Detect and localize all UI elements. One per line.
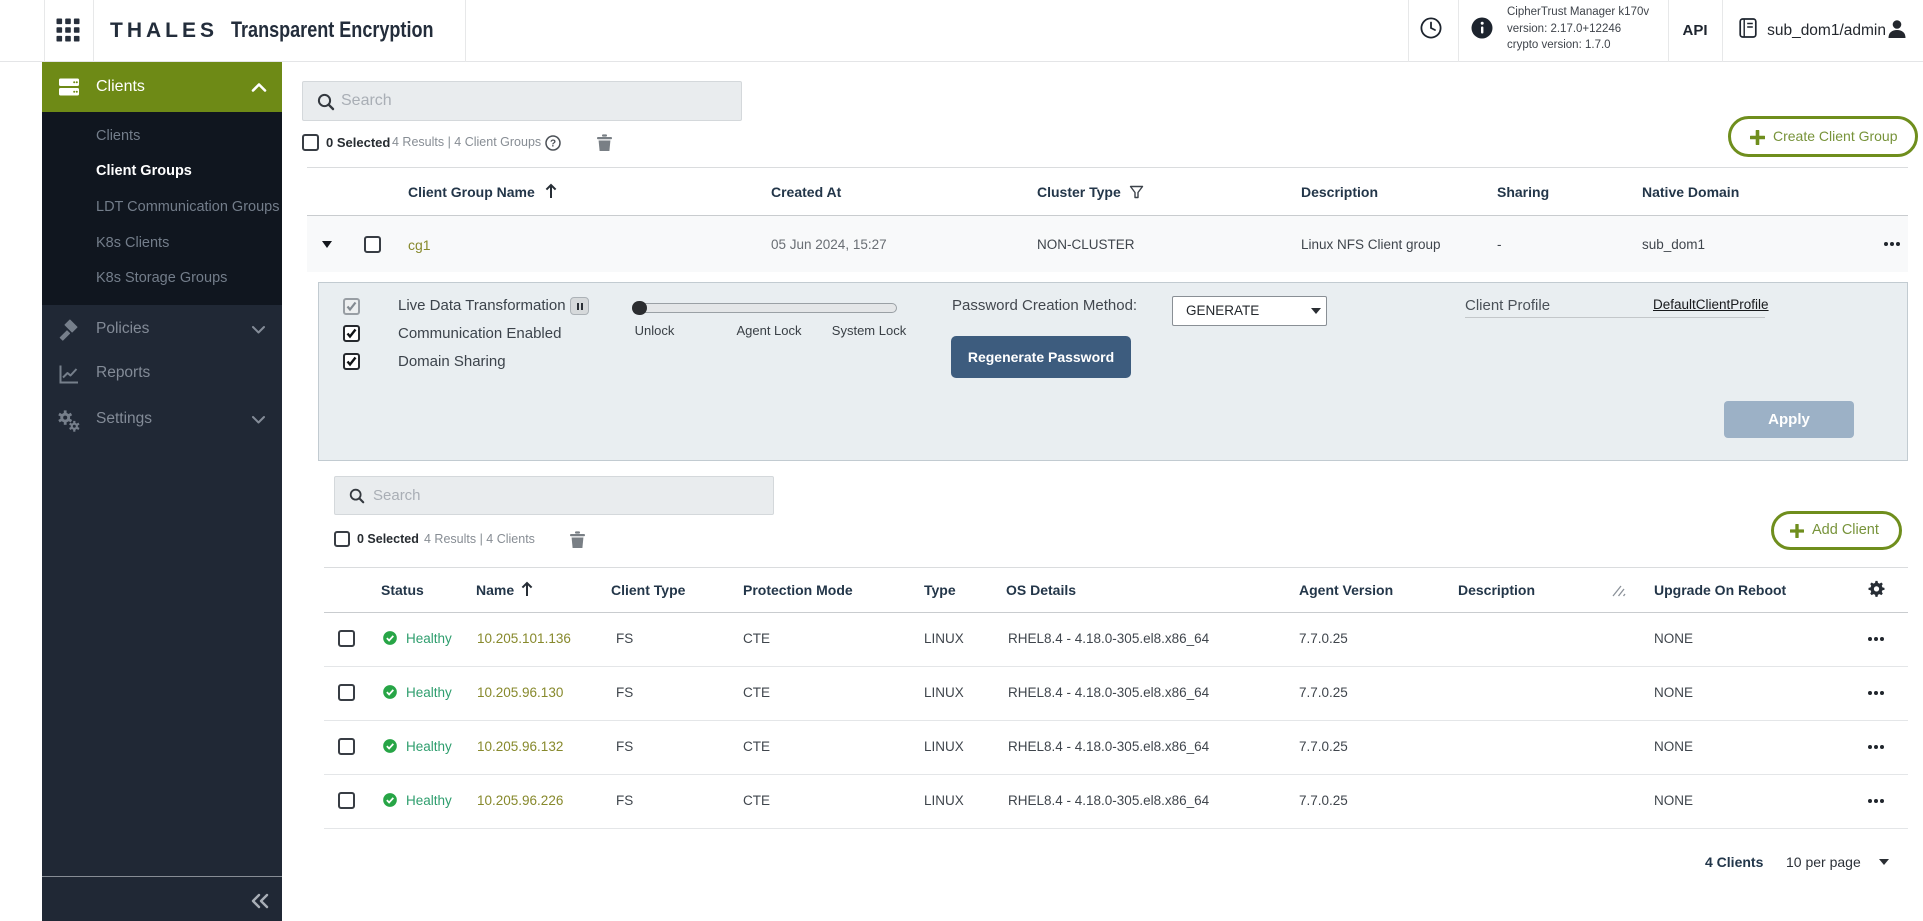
- svg-text:?: ?: [550, 139, 556, 150]
